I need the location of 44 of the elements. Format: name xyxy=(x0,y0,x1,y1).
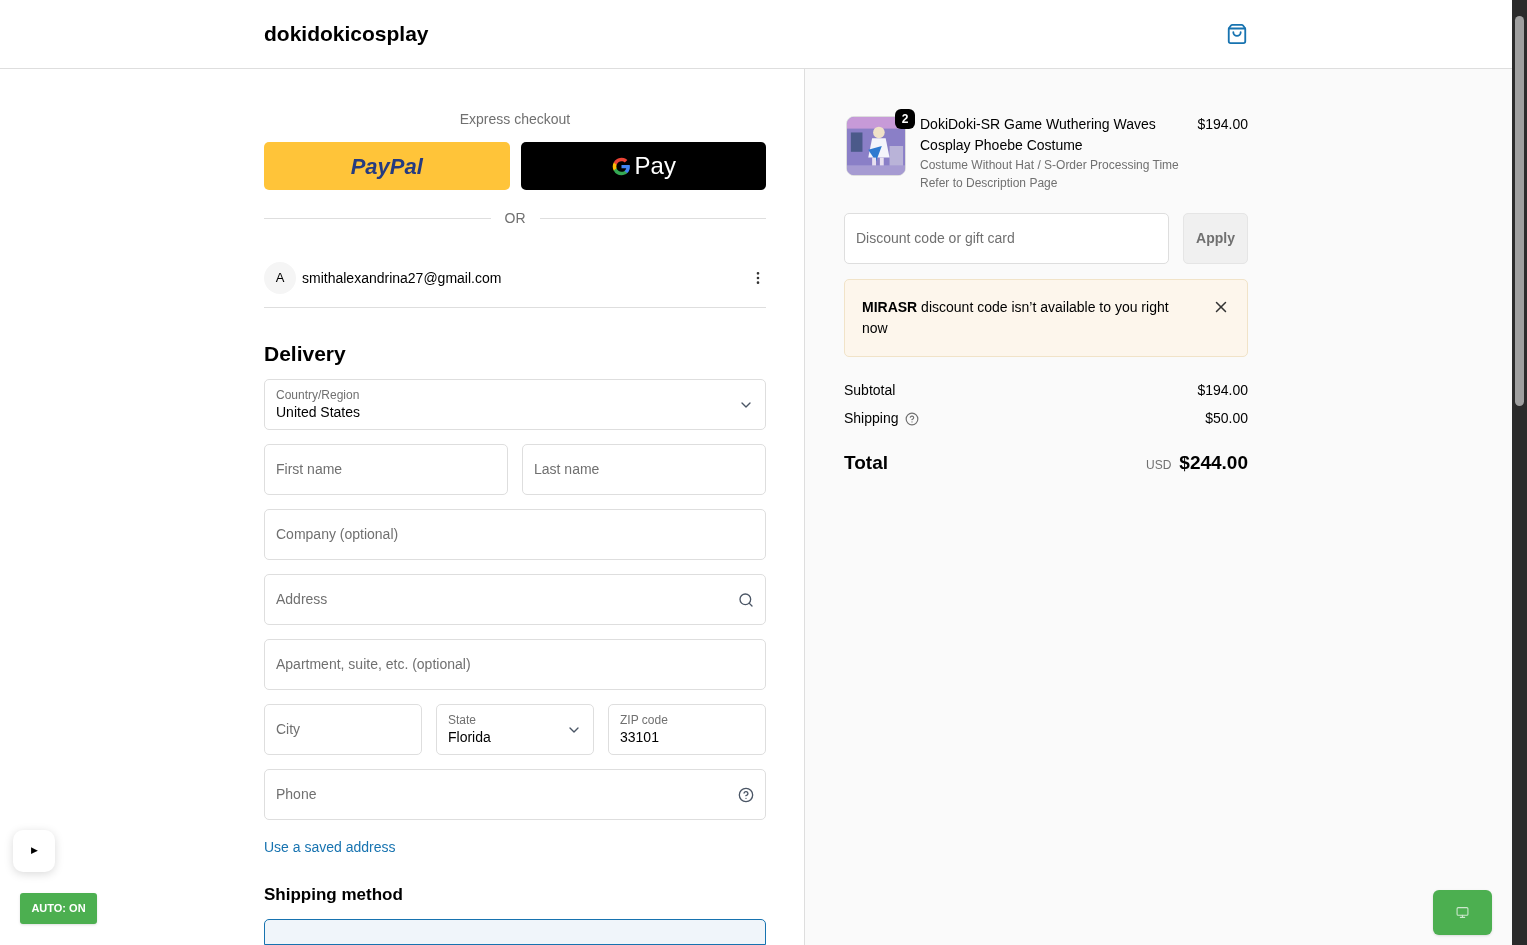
or-divider-label: OR xyxy=(504,209,526,228)
summary-value: $194.00 xyxy=(1197,381,1248,400)
total-label: Total xyxy=(844,451,888,475)
shopping-bag-icon[interactable] xyxy=(1226,23,1248,45)
help-icon xyxy=(738,786,754,803)
express-checkout-label: Express checkout xyxy=(458,110,572,127)
shipping-method-heading: Shipping method xyxy=(264,884,404,906)
store-name[interactable]: dokidokicosplay xyxy=(264,18,429,50)
discount-code-field[interactable]: Discount code or gift card xyxy=(844,213,1169,264)
paypal-button[interactable]: PayPal xyxy=(264,142,510,190)
play-button[interactable]: ▶ xyxy=(13,830,55,872)
monitor-icon xyxy=(1456,906,1469,919)
google-pay-button[interactable]: Pay xyxy=(520,142,766,190)
input-field[interactable]: Phone xyxy=(264,769,766,820)
product-variant: Costume Without Hat / S-Order Processing Time xyxy=(920,157,1180,174)
input-field[interactable]: Company (optional) xyxy=(264,509,766,560)
apply-button[interactable]: Apply xyxy=(1183,213,1248,264)
input-field[interactable]: City xyxy=(264,704,422,755)
account-avatar: A xyxy=(264,262,296,294)
total-value: $244.00 xyxy=(1179,451,1248,475)
input-field[interactable]: Address xyxy=(264,574,766,625)
auto-toggle-button[interactable]: AUTO: ON xyxy=(20,893,97,924)
help-icon[interactable] xyxy=(904,411,919,426)
saved-address-link[interactable]: Use a saved address xyxy=(264,837,396,858)
product-price: $194.00 xyxy=(1197,115,1248,134)
shipping-option[interactable] xyxy=(264,919,766,945)
summary-label: Subtotal xyxy=(844,381,896,400)
search-icon xyxy=(738,591,754,608)
alert-message: MIRASR discount code isn’t available to you right now xyxy=(862,298,1170,338)
currency-label: USD xyxy=(1145,457,1172,474)
input-field[interactable]: Apartment, suite, etc. (optional) xyxy=(264,639,766,690)
input-field[interactable]: ZIP code 33101 xyxy=(608,704,766,755)
input-field[interactable]: Last name xyxy=(522,444,766,495)
select-field[interactable]: State Florida xyxy=(436,704,594,755)
google-logo-icon xyxy=(610,155,632,177)
summary-value: $50.00 xyxy=(1205,409,1248,428)
summary-label: Shipping xyxy=(844,409,899,428)
select-field[interactable]: Country/Region United States xyxy=(264,379,766,430)
delivery-heading: Delivery xyxy=(264,341,347,367)
product-note: Refer to Description Page xyxy=(920,175,1059,192)
account-email: smithalexandrina27@gmail.com xyxy=(302,268,503,288)
quantity-badge: 2 xyxy=(895,109,915,129)
product-name: DokiDoki-SR Game Wuthering Waves Cosplay Phoebe Costume xyxy=(920,115,1157,155)
input-field[interactable]: First name xyxy=(264,444,508,495)
